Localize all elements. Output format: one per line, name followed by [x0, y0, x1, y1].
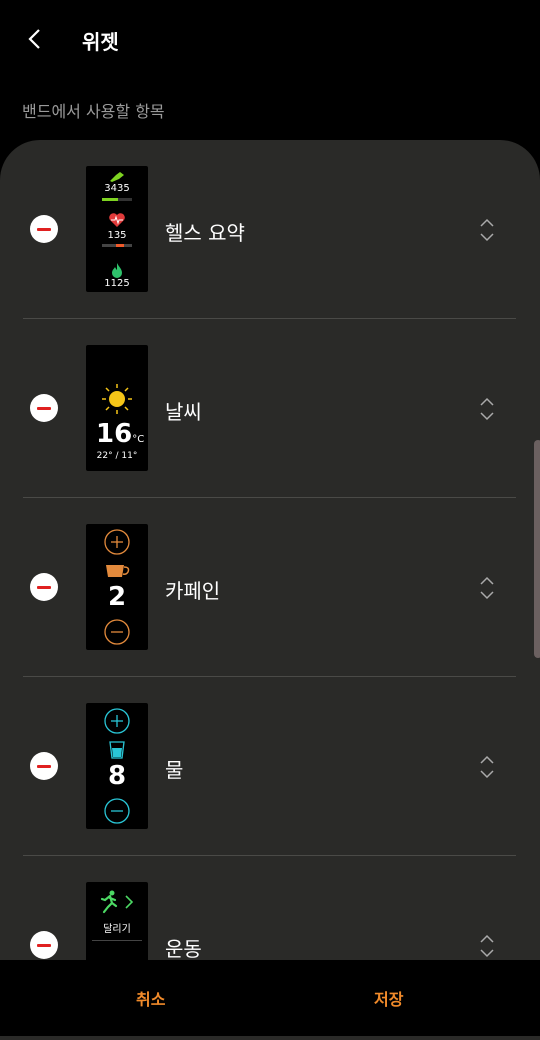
- temperature: 16°C: [96, 419, 145, 449]
- widget-list: 3435 135 1125 헬스 요약 16°C 22° / 11° 날씨 2 …: [0, 140, 540, 1040]
- minus-icon: [37, 943, 51, 947]
- back-button[interactable]: [18, 22, 52, 56]
- reorder-icon[interactable]: [478, 396, 496, 422]
- heart-icon: [109, 213, 125, 227]
- minus-icon: [37, 764, 51, 768]
- weather-thumbnail: 16°C 22° / 11°: [86, 345, 148, 471]
- runner-icon: [100, 890, 118, 914]
- minus-icon: [37, 585, 51, 589]
- chevron-right-icon: [125, 895, 134, 909]
- temperature-range: 22° / 11°: [96, 451, 138, 461]
- reorder-icon[interactable]: [478, 575, 496, 601]
- reorder-icon[interactable]: [478, 754, 496, 780]
- list-item-water: 8 물: [0, 677, 540, 856]
- thumb-divider: [92, 940, 142, 941]
- list-item-caffeine: 2 카페인: [0, 498, 540, 677]
- water-count: 8: [107, 761, 127, 791]
- item-label: 카페인: [165, 579, 221, 603]
- shoe-icon: [110, 172, 124, 182]
- activity-label: 달리기: [103, 924, 131, 935]
- caffeine-count: 2: [107, 582, 127, 612]
- cup-icon: [106, 565, 130, 577]
- calories-value: 1125: [104, 278, 130, 289]
- item-label: 운동: [165, 937, 202, 961]
- reorder-icon[interactable]: [478, 933, 496, 959]
- minus-icon: [37, 406, 51, 410]
- steps-value: 3435: [104, 183, 130, 194]
- item-label: 물: [165, 758, 184, 782]
- plus-icon: [104, 708, 130, 734]
- minus-circle-icon: [104, 798, 130, 824]
- plus-icon: [104, 529, 130, 555]
- remove-button[interactable]: [30, 573, 58, 601]
- list-item-weather: 16°C 22° / 11° 날씨: [0, 319, 540, 498]
- temperature-unit: °C: [132, 434, 145, 445]
- remove-button[interactable]: [30, 752, 58, 780]
- temperature-value: 16: [96, 419, 133, 449]
- caffeine-thumbnail: 2: [86, 524, 148, 650]
- bottom-action-bar: 취소 저장: [0, 960, 540, 1036]
- save-button[interactable]: 저장: [374, 986, 403, 1010]
- minus-circle-icon: [104, 619, 130, 645]
- item-label: 날씨: [165, 400, 202, 424]
- remove-button[interactable]: [30, 394, 58, 422]
- reorder-icon[interactable]: [478, 217, 496, 243]
- sun-icon: [102, 384, 132, 414]
- page-title: 위젯: [82, 30, 119, 54]
- glass-icon: [109, 741, 125, 759]
- water-thumbnail: 8: [86, 703, 148, 829]
- minus-icon: [37, 227, 51, 231]
- list-item-health-summary: 3435 135 1125 헬스 요약: [0, 140, 540, 319]
- back-arrow-icon: [28, 29, 40, 49]
- remove-button[interactable]: [30, 215, 58, 243]
- flame-icon: [112, 263, 122, 278]
- remove-button[interactable]: [30, 931, 58, 959]
- steps-progress: [102, 198, 132, 201]
- scrollbar[interactable]: [534, 440, 540, 658]
- app-header: 위젯: [0, 0, 540, 80]
- heart-rate-value: 135: [107, 230, 127, 241]
- item-label: 헬스 요약: [165, 221, 245, 245]
- section-label: 밴드에서 사용할 항목: [22, 102, 165, 121]
- heart-rate-bar: [102, 244, 132, 247]
- cancel-button[interactable]: 취소: [136, 986, 165, 1010]
- health-summary-thumbnail: 3435 135 1125: [86, 166, 148, 292]
